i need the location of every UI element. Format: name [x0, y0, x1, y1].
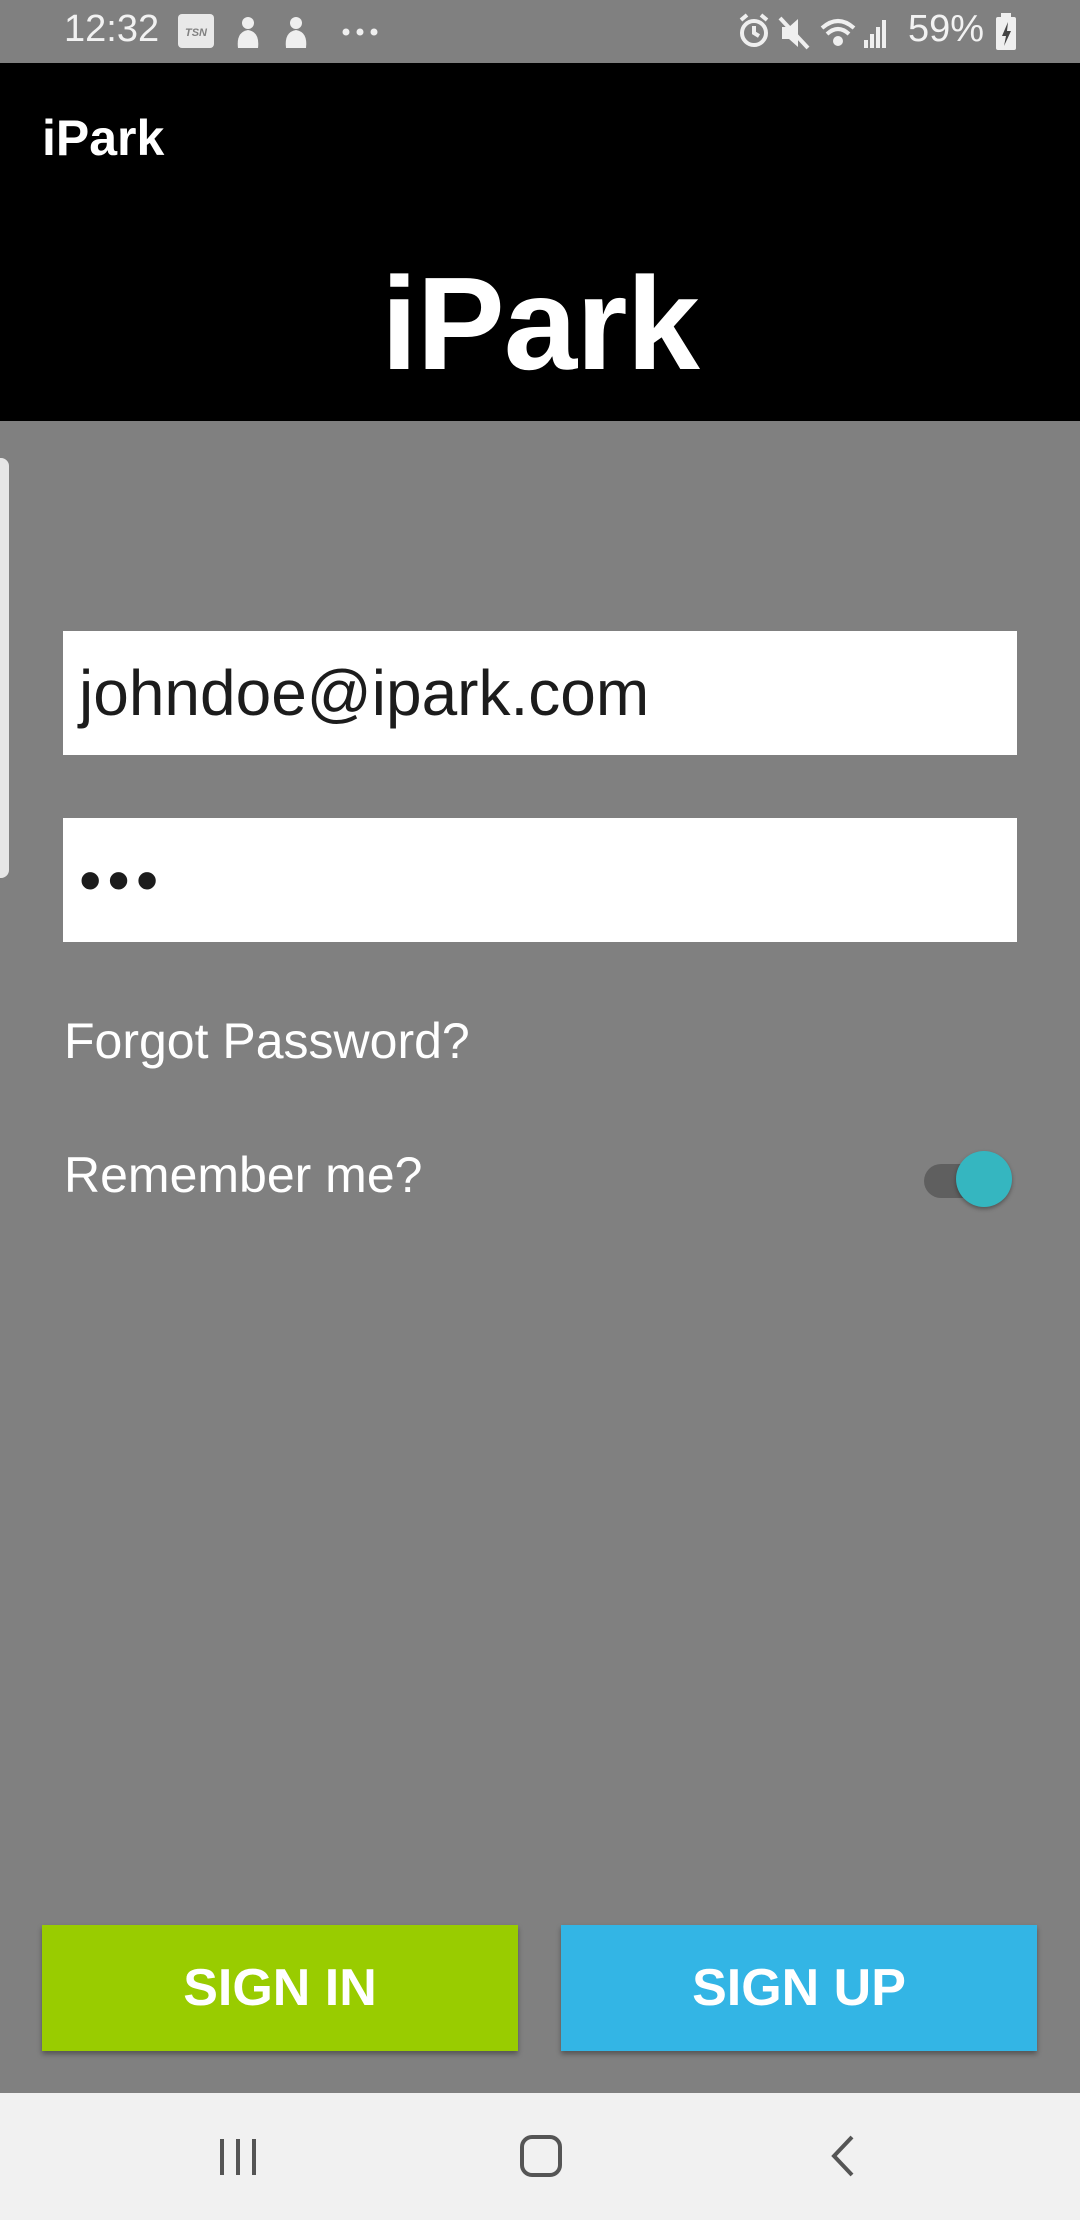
status-bar: 12:32 TSN 59%	[0, 0, 1080, 63]
mute-icon	[778, 16, 810, 50]
alarm-icon	[739, 13, 769, 47]
wifi-icon	[820, 19, 856, 46]
back-icon[interactable]	[826, 2133, 862, 2179]
notification-icon	[237, 17, 259, 48]
status-right-icons	[739, 13, 886, 50]
email-value: johndoe@ipark.com	[79, 657, 650, 729]
forgot-password-link[interactable]: Forgot Password?	[64, 1012, 470, 1070]
signal-icon	[864, 20, 886, 48]
recents-icon[interactable]	[216, 2135, 260, 2179]
switch-thumb	[956, 1151, 1012, 1207]
remember-me-switch[interactable]	[924, 1151, 1012, 1207]
password-value: •••	[79, 844, 165, 916]
system-nav-bar	[0, 2093, 1080, 2220]
password-field[interactable]: •••	[63, 818, 1017, 942]
battery-percent: 59%	[907, 8, 984, 50]
svg-text:TSN: TSN	[185, 27, 208, 39]
status-left-icons: TSN	[178, 14, 378, 48]
status-time: 12:32	[64, 8, 160, 50]
more-dots-icon	[342, 28, 378, 36]
app-bar: iPark iPark	[0, 63, 1080, 421]
home-icon[interactable]	[518, 2133, 564, 2179]
email-field[interactable]: johndoe@ipark.com	[63, 631, 1017, 755]
notification-icon	[285, 17, 307, 48]
app-logo-title: iPark	[381, 250, 700, 397]
tsn-icon: TSN	[178, 14, 214, 48]
edge-panel-handle[interactable]	[0, 458, 9, 878]
remember-me-label: Remember me?	[64, 1147, 423, 1203]
battery-icon	[996, 13, 1016, 50]
toolbar-title: iPark	[42, 110, 165, 166]
sign-in-button[interactable]: SIGN IN	[42, 1925, 518, 2051]
sign-up-button[interactable]: SIGN UP	[561, 1925, 1037, 2051]
